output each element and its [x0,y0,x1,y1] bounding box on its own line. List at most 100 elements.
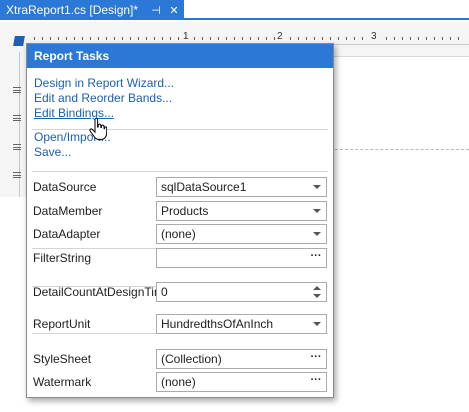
ruler-tick [130,37,131,40]
band-divider [330,149,469,150]
band-handle-icon[interactable] [13,144,21,150]
property-label: DataMember [33,204,103,218]
edit-and-reorder-bands-link[interactable]: Edit and Reorder Bands... [34,91,333,106]
ruler-tick [306,37,307,40]
ruler-tick [74,37,75,40]
ruler-tick [218,37,219,40]
divider [32,171,328,172]
ruler-tick [314,37,315,40]
task-links: Design in Report Wizard... Edit and Reor… [27,68,333,160]
ellipsis-button[interactable]: ··· [306,249,326,267]
ruler-tick [250,37,251,40]
field-value: Products [161,204,209,218]
tab-title: XtraReport1.cs [Design]* [6,3,139,17]
property-row-stylesheet: StyleSheet (Collection) ··· [27,349,333,369]
ruler-tick [154,37,155,40]
ruler-tick [386,37,387,40]
field-value: 0 [161,285,168,299]
field-value: (none) [161,227,196,241]
hand-cursor-icon [89,118,107,140]
property-row-detailcount: DetailCountAtDesignTime 0 [27,282,333,302]
ruler-tick [42,37,43,40]
report-tasks-panel: Report Tasks Design in Report Wizard... … [26,43,334,398]
property-label: StyleSheet [33,352,92,366]
band-handle-icon[interactable] [13,87,21,93]
property-row-reportunit: ReportUnit HundredthsOfAnInch [27,314,333,334]
ruler-tick [442,37,443,40]
divider [32,129,328,130]
ruler-tick [58,37,59,40]
band-handle-icon[interactable] [13,172,21,178]
ruler-tick [138,37,139,40]
ruler-tick [346,37,347,40]
ruler-tick [178,37,179,40]
ruler-label: 1 [183,31,189,42]
ellipsis-button[interactable]: ··· [306,373,326,391]
pin-icon[interactable]: ⊣ [148,2,164,18]
property-label: FilterString [33,251,92,265]
tab-design[interactable]: XtraReport1.cs [Design]* ⊣ ✕ [0,0,184,20]
ruler-tick [234,37,235,40]
ruler-tick [322,37,323,40]
field-value: (none) [161,375,196,389]
ruler-tick [338,37,339,40]
filterstring-field[interactable]: ··· [156,248,327,268]
ruler-tick [202,37,203,40]
property-label: DataSource [33,180,97,194]
ruler-tick [418,37,419,40]
ruler-tick [210,37,211,40]
design-in-report-wizard-link[interactable]: Design in Report Wizard... [34,76,333,91]
property-row-watermark: Watermark (none) ··· [27,372,333,392]
spin-up-icon[interactable] [313,286,321,290]
property-label: DataAdapter [33,227,101,241]
band-handle-icon[interactable] [13,115,21,121]
ruler-tick [258,37,259,40]
dataadapter-dropdown[interactable]: (none) [156,224,327,244]
chevron-down-icon[interactable] [313,232,321,236]
ruler-tick [242,37,243,40]
ruler-tick [290,37,291,40]
document-tabstrip: XtraReport1.cs [Design]* ⊣ ✕ [0,0,469,20]
property-label: DetailCountAtDesignTime [33,285,171,299]
ruler-tick [274,37,275,40]
ruler-tick [402,37,403,40]
smart-tag-icon[interactable] [13,36,25,46]
datamember-dropdown[interactable]: Products [156,201,327,221]
ruler-tick [434,37,435,40]
chevron-down-icon[interactable] [313,322,321,326]
ruler-tick [194,37,195,40]
ruler-label: 2 [277,31,283,42]
chevron-down-icon[interactable] [313,209,321,213]
ruler-tick [122,37,123,40]
stylesheet-field[interactable]: (Collection) ··· [156,349,327,369]
ruler-tick [162,37,163,40]
property-row-filterstring: FilterString ··· [27,248,333,268]
ruler-tick [114,37,115,40]
detailcount-spin-editor[interactable]: 0 [156,282,327,302]
ellipsis-button[interactable]: ··· [306,350,326,368]
datasource-dropdown[interactable]: sqlDataSource1 [156,177,327,197]
ruler-tick [450,37,451,40]
reportunit-dropdown[interactable]: HundredthsOfAnInch [156,314,327,334]
field-value: (Collection) [161,352,222,366]
ruler-tick [354,37,355,40]
property-row-datasource: DataSource sqlDataSource1 [27,177,333,197]
property-label: Watermark [33,375,92,389]
open-import-link[interactable]: Open/Import... [34,130,333,145]
ruler-tick [394,37,395,40]
property-label: ReportUnit [33,317,91,331]
save-link[interactable]: Save... [34,145,333,160]
chevron-down-icon[interactable] [313,185,321,189]
edit-bindings-link[interactable]: Edit Bindings... [34,106,333,121]
panel-title: Report Tasks [27,44,333,68]
ruler-tick [146,37,147,40]
ruler-tick [226,37,227,40]
spin-down-icon[interactable] [313,294,321,298]
tab-close-icon[interactable]: ✕ [166,2,182,18]
ruler-tick [330,37,331,40]
ruler-tick [426,37,427,40]
ruler-tick [266,37,267,40]
property-row-dataadapter: DataAdapter (none) [27,224,333,244]
ruler-tick [170,37,171,40]
watermark-field[interactable]: (none) ··· [156,372,327,392]
